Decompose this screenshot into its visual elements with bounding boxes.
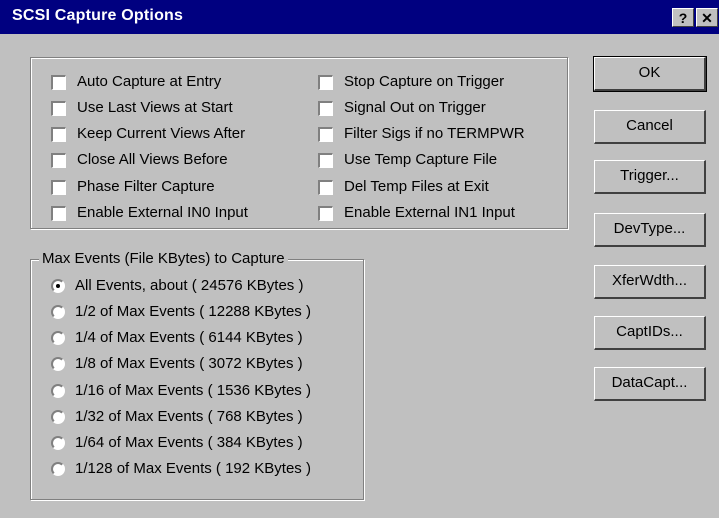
- title-bar: SCSI Capture Options ? ✕: [0, 0, 719, 34]
- checkbox-label: Phase Filter Capture: [77, 178, 215, 195]
- radio-label: All Events, about ( 24576 KBytes ): [75, 277, 304, 294]
- dialog-title: SCSI Capture Options: [12, 7, 184, 24]
- checkbox-box[interactable]: [51, 180, 66, 195]
- radio-label: 1/4 of Max Events ( 6144 KBytes ): [75, 329, 303, 346]
- radio-label: 1/128 of Max Events ( 192 KBytes ): [75, 460, 311, 477]
- checkbox-box[interactable]: [318, 101, 333, 116]
- checkbox-box[interactable]: [51, 75, 66, 90]
- radio-button[interactable]: [51, 384, 65, 398]
- close-button[interactable]: ✕: [696, 8, 718, 27]
- max-events-group: Max Events (File KBytes) to Capture All …: [30, 250, 364, 500]
- checkbox-label: Use Temp Capture File: [344, 151, 498, 168]
- checkbox-box[interactable]: [51, 206, 66, 221]
- checkbox-label: Keep Current Views After: [77, 125, 246, 142]
- checkbox-label: Stop Capture on Trigger: [344, 73, 505, 90]
- radio-button[interactable]: [51, 357, 65, 371]
- checkbox-label: Del Temp Files at Exit: [344, 178, 489, 195]
- captids-button[interactable]: CaptIDs...: [594, 316, 706, 350]
- devtype-button[interactable]: DevType...: [594, 213, 706, 247]
- checkbox-label: Close All Views Before: [77, 151, 228, 168]
- radio-button-selected[interactable]: [51, 279, 65, 293]
- checkbox-label: Filter Sigs if no TERMPWR: [344, 125, 525, 142]
- radio-label: 1/32 of Max Events ( 768 KBytes ): [75, 408, 303, 425]
- radio-button[interactable]: [51, 305, 65, 319]
- radio-button[interactable]: [51, 410, 65, 424]
- trigger-button[interactable]: Trigger...: [594, 160, 706, 194]
- checkbox-box[interactable]: [318, 127, 333, 142]
- datacapt-button[interactable]: DataCapt...: [594, 367, 706, 401]
- help-button[interactable]: ?: [672, 8, 694, 27]
- checkbox-box[interactable]: [318, 206, 333, 221]
- checkbox-label: Signal Out on Trigger: [344, 99, 486, 116]
- checkbox-label: Enable External IN1 Input: [344, 204, 515, 221]
- radio-label: 1/16 of Max Events ( 1536 KBytes ): [75, 382, 311, 399]
- radio-button[interactable]: [51, 462, 65, 476]
- checkbox-box[interactable]: [318, 75, 333, 90]
- checkbox-box[interactable]: [51, 153, 66, 168]
- ok-button[interactable]: OK: [593, 56, 707, 92]
- close-icon: ✕: [701, 10, 713, 26]
- checkbox-box[interactable]: [318, 180, 333, 195]
- checkbox-box[interactable]: [318, 153, 333, 168]
- capture-options-group: Auto Capture at Entry Use Last Views at …: [30, 57, 568, 229]
- radio-label: 1/8 of Max Events ( 3072 KBytes ): [75, 355, 303, 372]
- checkbox-box[interactable]: [51, 127, 66, 142]
- radio-button[interactable]: [51, 436, 65, 450]
- checkbox-label: Use Last Views at Start: [77, 99, 233, 116]
- help-icon: ?: [678, 10, 688, 26]
- max-events-group-title: Max Events (File KBytes) to Capture: [39, 250, 288, 267]
- radio-label: 1/64 of Max Events ( 384 KBytes ): [75, 434, 303, 451]
- radio-label: 1/2 of Max Events ( 12288 KBytes ): [75, 303, 311, 320]
- xferwdth-button[interactable]: XferWdth...: [594, 265, 706, 299]
- radio-button[interactable]: [51, 331, 65, 345]
- checkbox-box[interactable]: [51, 101, 66, 116]
- cancel-button[interactable]: Cancel: [594, 110, 706, 144]
- checkbox-label: Auto Capture at Entry: [77, 73, 222, 90]
- scsi-capture-options-dialog: SCSI Capture Options ? ✕ Auto Capture at…: [0, 0, 719, 518]
- checkbox-label: Enable External IN0 Input: [77, 204, 248, 221]
